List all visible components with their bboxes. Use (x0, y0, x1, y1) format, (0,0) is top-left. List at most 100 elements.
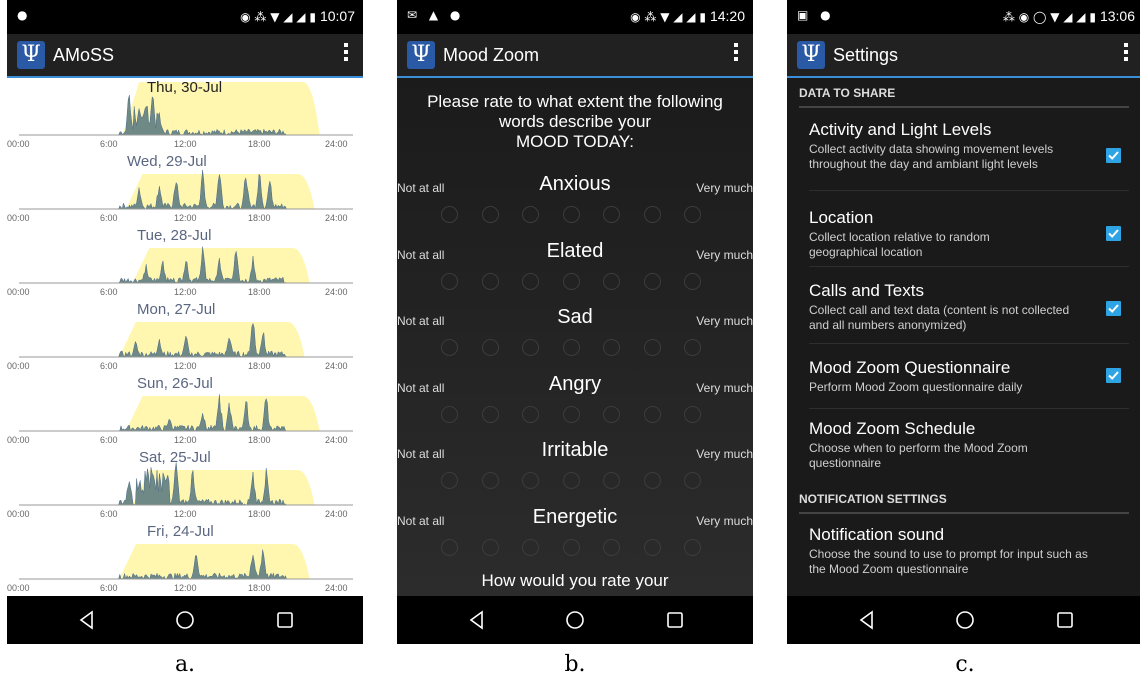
phone-mood-zoom: ✉ ▲ ● ◉ ⁂ ▼ ◢ ◢ ▮ 14:20 Ψ Mood Zoom Pleas… (397, 0, 753, 644)
tick-label: 6:00 (100, 435, 118, 445)
mood-questionnaire[interactable]: Please rate to what extent the following… (397, 78, 753, 596)
rating-radio[interactable] (481, 272, 499, 290)
app-logo-icon: Ψ (407, 41, 435, 69)
rating-radio[interactable] (481, 339, 499, 356)
nav-bar (397, 596, 753, 644)
rating-radio[interactable] (562, 538, 580, 556)
back-icon[interactable] (467, 610, 487, 630)
rating-radio[interactable] (441, 272, 458, 290)
day-label: Sun, 26-Jul (137, 375, 213, 392)
rating-radio[interactable] (441, 405, 458, 423)
status-bar: ● ◉ ⁂ ▼ ◢ ◢ ▮ 10:07 (7, 0, 363, 34)
home-icon[interactable] (175, 610, 195, 630)
setting-description: Collect location relative to random geog… (809, 230, 990, 259)
rating-radio[interactable] (603, 206, 620, 223)
back-icon[interactable] (77, 610, 97, 630)
checkbox-checked[interactable] (1106, 301, 1121, 316)
tick-label: 00:00 (7, 213, 30, 223)
rating-radio[interactable] (643, 339, 661, 356)
rating-radio[interactable] (643, 405, 661, 423)
rating-radio[interactable] (481, 538, 499, 556)
rating-radio[interactable] (522, 206, 539, 223)
overflow-menu-icon[interactable] (733, 40, 739, 64)
rating-radio[interactable] (603, 538, 620, 556)
rating-radio[interactable] (684, 538, 701, 556)
rating-radio[interactable] (481, 206, 499, 223)
rating-radio[interactable] (522, 538, 539, 556)
scale-high-label: Very much (696, 314, 753, 328)
recent-apps-icon[interactable] (1055, 610, 1075, 630)
setting-location[interactable]: Location Collect location relative to ra… (809, 208, 1129, 267)
setting-notification-sound[interactable]: Notification sound Choose the sound to u… (809, 525, 1129, 585)
setting-calls-texts[interactable]: Calls and Texts Collect call and text da… (809, 281, 1129, 344)
rating-radio[interactable] (684, 206, 701, 223)
tick-label: 24:00 (325, 361, 348, 371)
rating-radio[interactable] (643, 206, 661, 223)
setting-title: Mood Zoom Questionnaire (809, 358, 1011, 377)
tick-label: 18:00 (248, 509, 271, 519)
tick-label: 6:00 (100, 213, 118, 223)
overflow-menu-icon[interactable] (343, 40, 349, 64)
rating-radio[interactable] (441, 472, 458, 489)
rating-radio[interactable] (684, 405, 701, 423)
app-title: AMoSS (53, 45, 115, 65)
checkbox-checked[interactable] (1106, 148, 1121, 163)
setting-mood-zoom-schedule[interactable]: Mood Zoom Schedule Choose when to perfor… (809, 419, 1129, 479)
rating-radio[interactable] (684, 472, 701, 489)
check-icon (1108, 151, 1119, 160)
tick-label: 00:00 (7, 509, 30, 519)
setting-activity-light[interactable]: Activity and Light Levels Collect activi… (809, 120, 1129, 191)
home-icon[interactable] (565, 610, 585, 630)
checkbox-checked[interactable] (1106, 226, 1121, 241)
setting-mood-zoom-questionnaire[interactable]: Mood Zoom Questionnaire Perform Mood Zoo… (809, 358, 1129, 409)
rating-radio[interactable] (441, 538, 458, 556)
recent-apps-icon[interactable] (275, 610, 295, 630)
rating-radio[interactable] (441, 339, 458, 356)
rating-radio[interactable] (522, 405, 539, 423)
mood-item: Not at all Sad Very much (397, 306, 753, 372)
rating-radio[interactable] (562, 272, 580, 290)
setting-title: Calls and Texts (809, 281, 924, 300)
tick-label: 00:00 (7, 361, 30, 371)
rating-radio[interactable] (522, 339, 539, 356)
mood-item: Not at all Angry Very much (397, 373, 753, 439)
rating-radio[interactable] (562, 472, 580, 489)
rating-radio[interactable] (522, 272, 539, 290)
rating-radio[interactable] (562, 405, 580, 423)
rating-radio[interactable] (522, 472, 539, 489)
activity-day-list[interactable]: Thu, 30-Jul 00:00 6:00 12:00 18:00 24:00 Wed, … (7, 78, 363, 596)
rating-radio[interactable] (603, 339, 620, 356)
tick-label: 18:00 (248, 435, 271, 445)
rating-radio[interactable] (684, 272, 701, 290)
day-label: Sat, 25-Jul (139, 449, 211, 466)
checkbox-checked[interactable] (1106, 368, 1121, 383)
rating-radio[interactable] (643, 272, 661, 290)
rating-radio[interactable] (441, 206, 458, 223)
rating-radio[interactable] (603, 405, 620, 423)
app-title: Settings (833, 45, 899, 65)
rating-radio[interactable] (481, 405, 499, 423)
back-icon[interactable] (857, 610, 877, 630)
overflow-menu-icon[interactable] (1123, 40, 1129, 64)
tick-label: 6:00 (100, 287, 118, 297)
activity-day-row: Mon, 27-Jul 00:00 6:00 12:00 18:00 24:00 (7, 300, 363, 374)
rating-radio[interactable] (603, 472, 620, 489)
rating-radio[interactable] (684, 339, 701, 356)
time-ticks: 00:00 6:00 12:00 18:00 24:00 (7, 361, 363, 373)
activity-day-row: Fri, 24-Jul 00:00 6:00 12:00 18:00 24:00 (7, 522, 363, 596)
recent-apps-icon[interactable] (665, 610, 685, 630)
home-icon[interactable] (955, 610, 975, 630)
mood-item: Not at all Irritable Very much (397, 439, 753, 505)
rating-radio[interactable] (603, 272, 620, 290)
rating-radio[interactable] (643, 472, 661, 489)
tick-label: 00:00 (7, 287, 30, 297)
rating-radio[interactable] (643, 538, 661, 556)
setting-title: Notification sound (809, 525, 945, 544)
tick-label: 24:00 (325, 435, 348, 445)
caption-a: a. (174, 652, 196, 677)
day-label: Wed, 29-Jul (127, 153, 207, 170)
rating-radio[interactable] (481, 472, 499, 489)
settings-list: DATA TO SHARE Activity and Light Levels … (787, 78, 1140, 596)
rating-radio[interactable] (562, 339, 580, 356)
rating-radio[interactable] (562, 206, 580, 223)
